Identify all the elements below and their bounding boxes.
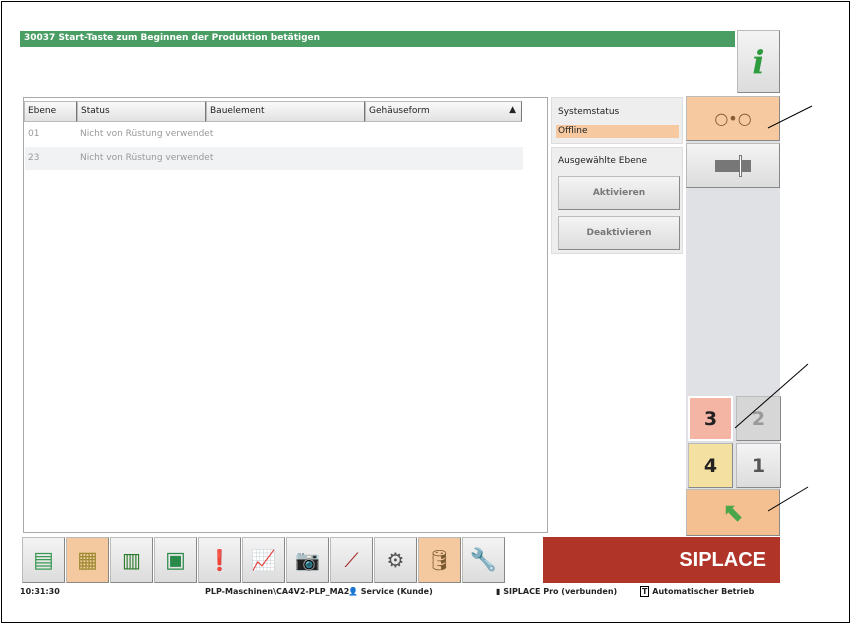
bars-icon: ▥ <box>122 548 141 572</box>
camera-icon: 📷 <box>295 548 320 572</box>
mode-icon: T <box>640 586 650 597</box>
messages-button[interactable]: ❗ <box>198 537 241 583</box>
grid-icon: ▦ <box>77 547 98 573</box>
boards-button[interactable]: ▤ <box>22 537 65 583</box>
tools-button[interactable]: ⟋ <box>330 537 373 583</box>
user-icon: 👤 <box>348 587 358 596</box>
user-label: Service (Kunde) <box>360 587 433 596</box>
warning-icon: ❗ <box>207 548 232 572</box>
maintenance-oil-button[interactable]: 🛢 <box>418 537 461 583</box>
callout-lines <box>734 105 813 512</box>
siplace-logo: SIPLACE <box>543 537 780 583</box>
status-connection: ▮ SIPLACE Pro (verbunden) <box>496 585 617 600</box>
wrench-icon: 🔧 <box>469 547 498 573</box>
status-mode: T Automatischer Betrieb <box>640 585 754 600</box>
pcb-button[interactable]: ▣ <box>154 537 197 583</box>
bar-levels-button[interactable]: ▥ <box>110 537 153 583</box>
service-button[interactable]: 🔧 <box>462 537 505 583</box>
hand-gear-icon: ⚙ <box>386 548 405 572</box>
status-user: 👤 Service (Kunde) <box>348 585 433 600</box>
oil-can-icon: 🛢 <box>426 548 453 572</box>
connection-icon: ▮ <box>496 587 501 596</box>
screwdriver-icon: ⟋ <box>344 548 359 572</box>
status-machine: PLP-Maschinen\CA4V2-PLP_MA2 <box>205 587 350 596</box>
manual-operation-button[interactable]: ⚙ <box>374 537 417 583</box>
feeder-grid-button[interactable]: ▦ <box>66 537 109 583</box>
connection-label: SIPLACE Pro (verbunden) <box>503 587 618 596</box>
statistics-button[interactable]: 📈 <box>242 537 285 583</box>
stack-icon: ▤ <box>33 547 54 573</box>
pcb-icon: ▣ <box>165 547 186 573</box>
mode-label: Automatischer Betrieb <box>652 587 755 596</box>
status-time: 10:31:30 <box>20 587 60 596</box>
chart-icon: 📈 <box>251 548 276 572</box>
camera-button[interactable]: 📷 <box>286 537 329 583</box>
